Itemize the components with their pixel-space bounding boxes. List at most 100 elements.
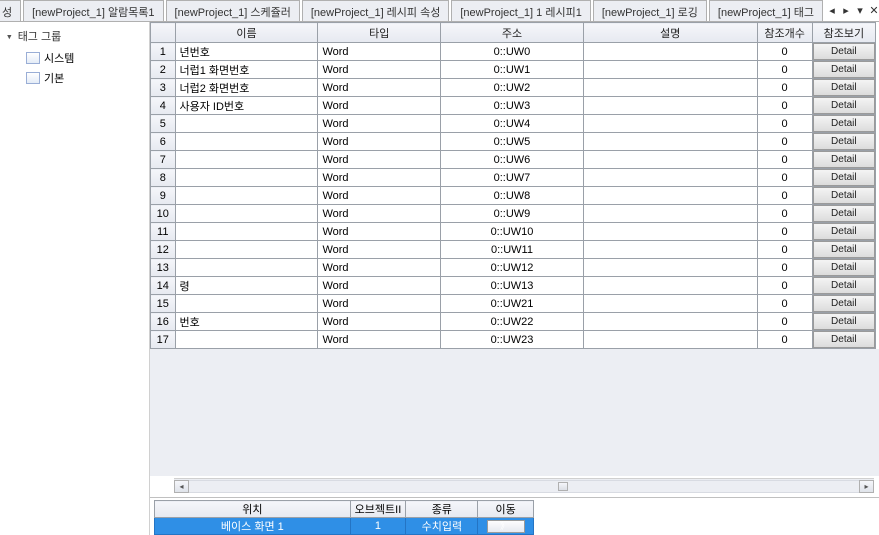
cell-name[interactable] — [175, 151, 318, 169]
row-number[interactable]: 10 — [151, 205, 176, 223]
row-number[interactable]: 8 — [151, 169, 176, 187]
tab-scheduler[interactable]: [newProject_1] 스케쥴러 — [166, 0, 300, 21]
cell-addr[interactable]: 0::UW11 — [440, 241, 583, 259]
row-number[interactable]: 6 — [151, 133, 176, 151]
cell-desc[interactable] — [583, 133, 757, 151]
table-row[interactable]: 4사용자 ID번호Word0::UW30Detail — [151, 97, 876, 115]
cell-desc[interactable] — [583, 205, 757, 223]
row-number[interactable]: 7 — [151, 151, 176, 169]
detail-button[interactable]: Detail — [813, 151, 875, 168]
cell-name[interactable] — [175, 295, 318, 313]
scroll-left-icon[interactable]: ◂ — [174, 480, 189, 493]
row-number[interactable]: 4 — [151, 97, 176, 115]
col-header-type[interactable]: 타입 — [318, 23, 441, 43]
detail-button[interactable]: Detail — [813, 43, 875, 60]
cell-refcnt[interactable]: 0 — [757, 115, 812, 133]
col-header-desc[interactable]: 설명 — [583, 23, 757, 43]
move-button[interactable]: 》 — [487, 520, 525, 533]
cell-type[interactable]: Word — [318, 241, 441, 259]
cell-desc[interactable] — [583, 241, 757, 259]
cell-addr[interactable]: 0::UW9 — [440, 205, 583, 223]
detail-button[interactable]: Detail — [813, 187, 875, 204]
cell-refcnt[interactable]: 0 — [757, 205, 812, 223]
cell-type[interactable]: Word — [318, 115, 441, 133]
row-number[interactable]: 3 — [151, 79, 176, 97]
cell-refcnt[interactable]: 0 — [757, 79, 812, 97]
cell-addr[interactable]: 0::UW13 — [440, 277, 583, 295]
cell-refcnt[interactable]: 0 — [757, 277, 812, 295]
detail-button[interactable]: Detail — [813, 259, 875, 276]
tab-logging[interactable]: [newProject_1] 로깅 — [593, 0, 707, 21]
tree-collapse-icon[interactable]: ▾ — [6, 30, 13, 43]
cell-type[interactable]: Word — [318, 79, 441, 97]
tab-recipe-attr[interactable]: [newProject_1] 레시피 속성 — [302, 0, 449, 21]
row-number[interactable]: 13 — [151, 259, 176, 277]
table-row[interactable]: 9Word0::UW80Detail — [151, 187, 876, 205]
table-row[interactable]: 17Word0::UW230Detail — [151, 331, 876, 349]
cell-refcnt[interactable]: 0 — [757, 61, 812, 79]
row-number[interactable]: 11 — [151, 223, 176, 241]
table-row[interactable]: 1년번호Word0::UW00Detail — [151, 43, 876, 61]
tree-root[interactable]: ▾ 태그 그룹 — [4, 26, 149, 48]
table-row[interactable]: 11Word0::UW100Detail — [151, 223, 876, 241]
row-number[interactable]: 12 — [151, 241, 176, 259]
row-number[interactable]: 9 — [151, 187, 176, 205]
cell-refcnt[interactable]: 0 — [757, 151, 812, 169]
table-row[interactable]: 5Word0::UW40Detail — [151, 115, 876, 133]
row-number[interactable]: 15 — [151, 295, 176, 313]
tab-alarmlist[interactable]: [newProject_1] 알람목록1 — [23, 0, 163, 21]
cell-desc[interactable] — [583, 295, 757, 313]
tab-tag[interactable]: [newProject_1] 태그 — [709, 0, 823, 21]
scroll-thumb[interactable] — [558, 482, 568, 491]
detail-button[interactable]: Detail — [813, 61, 875, 78]
cell-addr[interactable]: 0::UW7 — [440, 169, 583, 187]
cell-addr[interactable]: 0::UW5 — [440, 133, 583, 151]
table-row[interactable]: 3너럽2 화면번호Word0::UW20Detail — [151, 79, 876, 97]
cell-name[interactable] — [175, 241, 318, 259]
cell-addr[interactable]: 0::UW0 — [440, 43, 583, 61]
cell-name[interactable] — [175, 205, 318, 223]
cell-type[interactable]: Word — [318, 313, 441, 331]
cell-refcnt[interactable]: 0 — [757, 241, 812, 259]
col-header-refview[interactable]: 참조보기 — [812, 23, 875, 43]
table-row[interactable]: 10Word0::UW90Detail — [151, 205, 876, 223]
cell-desc[interactable] — [583, 223, 757, 241]
cell-desc[interactable] — [583, 331, 757, 349]
tab-scroll-right-icon[interactable]: ▸ — [839, 4, 853, 17]
cell-refcnt[interactable]: 0 — [757, 169, 812, 187]
detail-button[interactable]: Detail — [813, 115, 875, 132]
col-header-loc[interactable]: 위치 — [155, 501, 351, 518]
detail-button[interactable]: Detail — [813, 331, 875, 348]
cell-type[interactable]: Word — [318, 223, 441, 241]
tab-dropdown-icon[interactable]: ▾ — [853, 4, 867, 17]
cell-name[interactable] — [175, 133, 318, 151]
table-row[interactable]: 2너럽1 화면번호Word0::UW10Detail — [151, 61, 876, 79]
col-header-refcnt[interactable]: 참조개수 — [757, 23, 812, 43]
detail-button[interactable]: Detail — [813, 133, 875, 150]
scroll-track[interactable] — [189, 480, 859, 493]
cell-refcnt[interactable]: 0 — [757, 133, 812, 151]
cell-addr[interactable]: 0::UW23 — [440, 331, 583, 349]
cell-name[interactable]: 사용자 ID번호 — [175, 97, 318, 115]
cell-addr[interactable]: 0::UW8 — [440, 187, 583, 205]
cell-refcnt[interactable]: 0 — [757, 313, 812, 331]
tree-item-system[interactable]: 시스템 — [26, 48, 149, 68]
scroll-right-icon[interactable]: ▸ — [859, 480, 874, 493]
cell-name[interactable]: 번호 — [175, 313, 318, 331]
cell-type[interactable]: Word — [318, 205, 441, 223]
detail-button[interactable]: Detail — [813, 277, 875, 294]
cell-type[interactable]: Word — [318, 187, 441, 205]
cell-type[interactable]: Word — [318, 169, 441, 187]
col-header-kind[interactable]: 종류 — [406, 501, 478, 518]
cell-name[interactable] — [175, 223, 318, 241]
cell-type[interactable]: Word — [318, 277, 441, 295]
cell-type[interactable]: Word — [318, 97, 441, 115]
cell-name[interactable] — [175, 187, 318, 205]
cell-addr[interactable]: 0::UW21 — [440, 295, 583, 313]
cell-refcnt[interactable]: 0 — [757, 223, 812, 241]
cell-desc[interactable] — [583, 79, 757, 97]
cell-desc[interactable] — [583, 187, 757, 205]
cell-desc[interactable] — [583, 43, 757, 61]
cell-type[interactable]: Word — [318, 259, 441, 277]
cell-name[interactable]: 너럽2 화면번호 — [175, 79, 318, 97]
